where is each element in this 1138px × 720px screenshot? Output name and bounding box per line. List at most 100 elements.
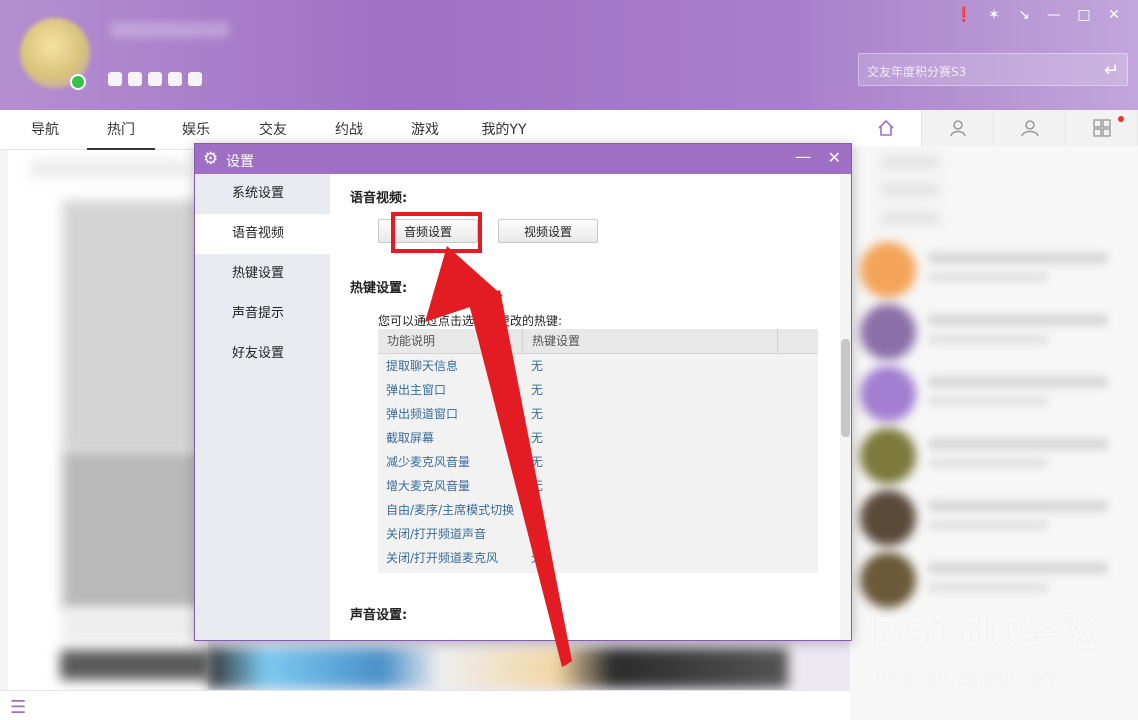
row-function: 弹出频道窗口 — [386, 407, 459, 421]
tab-navigation[interactable]: 导航 — [14, 110, 76, 150]
column-header-hotkey[interactable]: 热键设置 — [523, 329, 778, 353]
row-function: 关闭/打开频道麦克风 — [386, 551, 499, 565]
table-row[interactable]: 提取聊天信息 无 — [378, 354, 818, 378]
level-icon[interactable] — [128, 72, 142, 86]
scrollbar[interactable] — [840, 174, 851, 640]
menu-icon[interactable]: ☰ — [10, 697, 26, 718]
sidebar-item-system[interactable]: 系统设置 — [195, 174, 330, 214]
sidebar-item-friends[interactable]: 好友设置 — [195, 334, 330, 374]
shrink-icon[interactable]: ↘ — [1016, 6, 1032, 24]
row-function: 自由/麦序/主席模式切换 — [386, 503, 515, 517]
list-item[interactable] — [856, 300, 1136, 362]
dialog-titlebar: ⚙ 设置 — ✕ — [195, 144, 851, 174]
highlight-box — [391, 212, 482, 253]
blurred-banner — [208, 648, 788, 688]
blurred-text — [880, 212, 940, 224]
hotkey-table: 功能说明 热键设置 提取聊天信息无 弹出主窗口无 弹出频道窗口无 截取屏幕无 减… — [378, 329, 818, 573]
sidebar-item-sound-prompt[interactable]: 声音提示 — [195, 294, 330, 334]
table-row[interactable]: 关闭/打开频道声音 无 — [378, 522, 818, 546]
online-status-dot — [70, 74, 86, 90]
row-function: 关闭/打开频道声音 — [386, 527, 487, 541]
row-function: 减少麦克风音量 — [386, 455, 471, 469]
row-hotkey: 无 — [531, 455, 544, 469]
row-hotkey: 无 — [531, 431, 544, 445]
row-function: 截取屏幕 — [386, 431, 435, 445]
dialog-title: 设置 — [226, 154, 254, 170]
badge-icon[interactable] — [188, 72, 202, 86]
table-row[interactable]: 截取屏幕 无 — [378, 426, 818, 450]
blurred-text — [880, 156, 940, 168]
enter-icon[interactable]: ↵ — [1104, 60, 1119, 81]
row-function: 增大麦克风音量 — [386, 479, 471, 493]
row-hotkey: 无 — [531, 551, 544, 565]
search-input[interactable]: 交友年度积分赛S3 ↵ — [858, 53, 1128, 86]
blurred-text — [30, 160, 190, 178]
blurred-bar — [60, 650, 210, 680]
scrollbar-thumb[interactable] — [841, 339, 850, 437]
notification-dot — [1118, 116, 1124, 122]
hotkey-description: 您可以通过点击选择要更改的热键: — [378, 314, 563, 328]
list-item[interactable] — [856, 238, 1136, 300]
list-item[interactable] — [856, 424, 1136, 486]
list-item[interactable] — [856, 486, 1136, 548]
row-function: 提取聊天信息 — [386, 359, 459, 373]
settings-sidebar: 系统设置 语音视频 热键设置 声音提示 好友设置 — [195, 174, 330, 640]
row-hotkey: 无 — [531, 407, 544, 421]
row-hotkey: 无 — [531, 479, 544, 493]
minimize-icon[interactable]: — — [1046, 6, 1062, 24]
row-hotkey: 无 — [531, 527, 544, 541]
user-icon[interactable] — [922, 110, 994, 146]
hotkey-heading: 热键设置: — [350, 281, 408, 296]
watermark-url: jingyan.baidu.com — [876, 666, 1061, 690]
status-icons — [108, 72, 202, 86]
left-content-blurred — [0, 150, 210, 690]
row-hotkey: 无 — [531, 383, 544, 397]
blurred-image — [62, 200, 202, 450]
settings-content: 语音视频: 音频设置 视频设置 热键设置: 您可以通过点击选择要更改的热键: 功… — [330, 174, 851, 640]
close-icon[interactable]: ✕ — [1106, 6, 1122, 24]
right-panel-tabs — [850, 110, 1138, 146]
sidebar-item-hotkey[interactable]: 热键设置 — [195, 254, 330, 294]
list-item[interactable] — [856, 362, 1136, 424]
column-header-function[interactable]: 功能说明 — [378, 329, 523, 353]
close-icon[interactable]: ✕ — [828, 148, 841, 167]
left-edge — [0, 150, 8, 690]
vip-icon[interactable] — [108, 72, 122, 86]
blurred-text — [62, 610, 202, 640]
settings-dialog: ⚙ 设置 — ✕ 系统设置 语音视频 热键设置 声音提示 好友设置 语音视频: … — [194, 143, 852, 641]
search-placeholder: 交友年度积分赛S3 — [867, 65, 967, 79]
voice-video-heading: 语音视频: — [350, 191, 408, 206]
table-row[interactable]: 减少麦克风音量 无 — [378, 450, 818, 474]
watermark-brand: Bai du经验 — [872, 610, 1103, 656]
row-function: 弹出主窗口 — [386, 383, 447, 397]
table-row[interactable]: 增大麦克风音量 无 — [378, 474, 818, 498]
gear-icon: ⚙ — [203, 149, 219, 169]
table-row[interactable]: 关闭/打开频道麦克风 无 — [378, 546, 818, 570]
diamond-icon[interactable] — [168, 72, 182, 86]
minimize-icon[interactable]: — — [795, 147, 811, 166]
user-name-blurred — [110, 22, 230, 38]
home-icon[interactable] — [850, 110, 922, 146]
skin-icon[interactable]: ✶ — [986, 6, 1002, 24]
table-row[interactable]: 弹出主窗口 无 — [378, 378, 818, 402]
tab-hot[interactable]: 热门 — [87, 110, 155, 150]
row-hotkey: 无 — [531, 359, 544, 373]
table-row[interactable]: 自由/麦序/主席模式切换 无 — [378, 498, 818, 522]
baidu-watermark: Bai du经验 jingyan.baidu.com — [872, 600, 1132, 700]
sound-settings-heading: 声音设置: — [350, 608, 408, 623]
top-header: ❗ ✶ ↘ — □ ✕ 交友年度积分赛S3 ↵ — [0, 0, 1138, 110]
feedback-icon[interactable]: ❗ — [955, 6, 972, 24]
maximize-icon[interactable]: □ — [1076, 6, 1092, 24]
table-row[interactable]: 弹出频道窗口 无 — [378, 402, 818, 426]
apps-icon[interactable] — [1066, 110, 1138, 146]
video-settings-button[interactable]: 视频设置 — [498, 219, 598, 243]
blurred-text — [880, 184, 940, 196]
sidebar-item-voice-video[interactable]: 语音视频 — [195, 214, 330, 254]
hotkey-table-header: 功能说明 热键设置 — [378, 329, 818, 354]
group-icon[interactable] — [994, 110, 1066, 146]
edit-icon[interactable] — [148, 72, 162, 86]
blurred-image — [62, 450, 202, 610]
window-controls: ❗ ✶ ↘ — □ ✕ — [955, 6, 1122, 24]
bottom-bar: ☰ — [0, 690, 850, 720]
row-hotkey: 无 — [531, 503, 544, 517]
